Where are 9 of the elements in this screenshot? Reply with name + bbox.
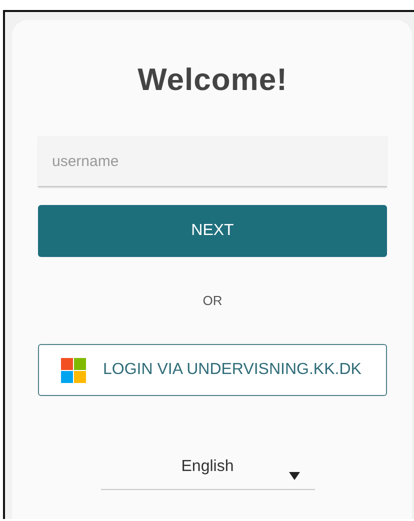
next-button[interactable]: NEXT (38, 205, 387, 257)
welcome-title: Welcome! (136, 62, 288, 98)
or-separator: OR (202, 293, 224, 308)
sso-label: LOGIN VIA UNDERVISNING.KK.DK (103, 361, 362, 379)
language-select[interactable]: English (100, 458, 314, 490)
dropdown-caret-icon (288, 472, 300, 480)
sso-login-button[interactable]: LOGIN VIA UNDERVISNING.KK.DK (38, 344, 387, 396)
username-field[interactable]: username (38, 136, 387, 187)
four-squares-icon (61, 358, 86, 382)
